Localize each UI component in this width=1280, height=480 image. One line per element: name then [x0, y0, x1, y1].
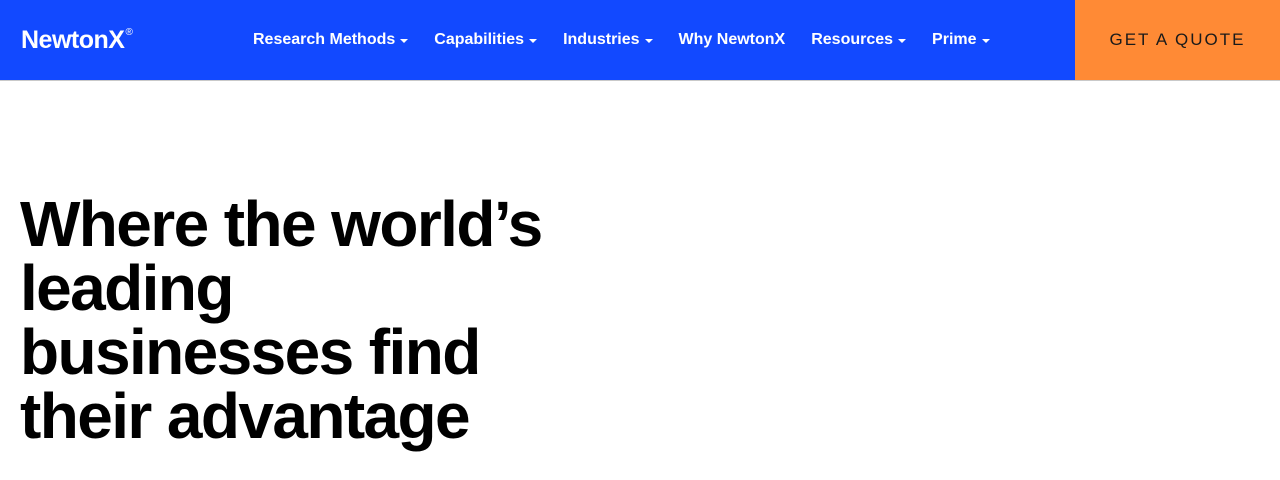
hero-title-line: leading: [20, 252, 234, 324]
caret-down-icon: [529, 38, 538, 43]
nav-item-research-methods[interactable]: Research Methods: [240, 31, 421, 49]
logo-wordmark: NewtonX: [21, 26, 125, 54]
nav-item-label: Research Methods: [253, 31, 396, 48]
hero-title: Where the world’s leading businesses fin…: [20, 192, 580, 448]
caret-down-icon: [898, 38, 907, 43]
hero-title-line: their advantage: [20, 380, 471, 452]
nav-item-label: Prime: [932, 31, 977, 48]
get-a-quote-button[interactable]: GET A QUOTE: [1075, 0, 1280, 80]
nav-item-capabilities[interactable]: Capabilities: [421, 31, 550, 49]
nav-item-why-newtonx[interactable]: Why NewtonX: [666, 31, 799, 49]
nav-item-resources[interactable]: Resources: [798, 31, 919, 49]
nav-item-label: Capabilities: [434, 31, 525, 48]
nav-item-label: Resources: [811, 31, 894, 48]
main-nav: Research Methods Capabilities Industries…: [240, 0, 1003, 80]
nav-item-label: Industries: [563, 31, 640, 48]
caret-down-icon: [400, 38, 409, 43]
nav-item-prime[interactable]: Prime: [919, 31, 1002, 49]
hero-title-line: Where the world’s: [20, 188, 543, 260]
registered-mark: ®: [125, 27, 133, 38]
nav-item-industries[interactable]: Industries: [550, 31, 665, 49]
caret-down-icon: [644, 38, 653, 43]
caret-down-icon: [981, 38, 990, 43]
top-navbar: NewtonX ® Research Methods Capabilities …: [0, 0, 1280, 81]
hero-title-line: businesses find: [20, 316, 481, 388]
nav-item-label: Why NewtonX: [678, 31, 786, 48]
newtonx-logo[interactable]: NewtonX ®: [21, 26, 133, 54]
